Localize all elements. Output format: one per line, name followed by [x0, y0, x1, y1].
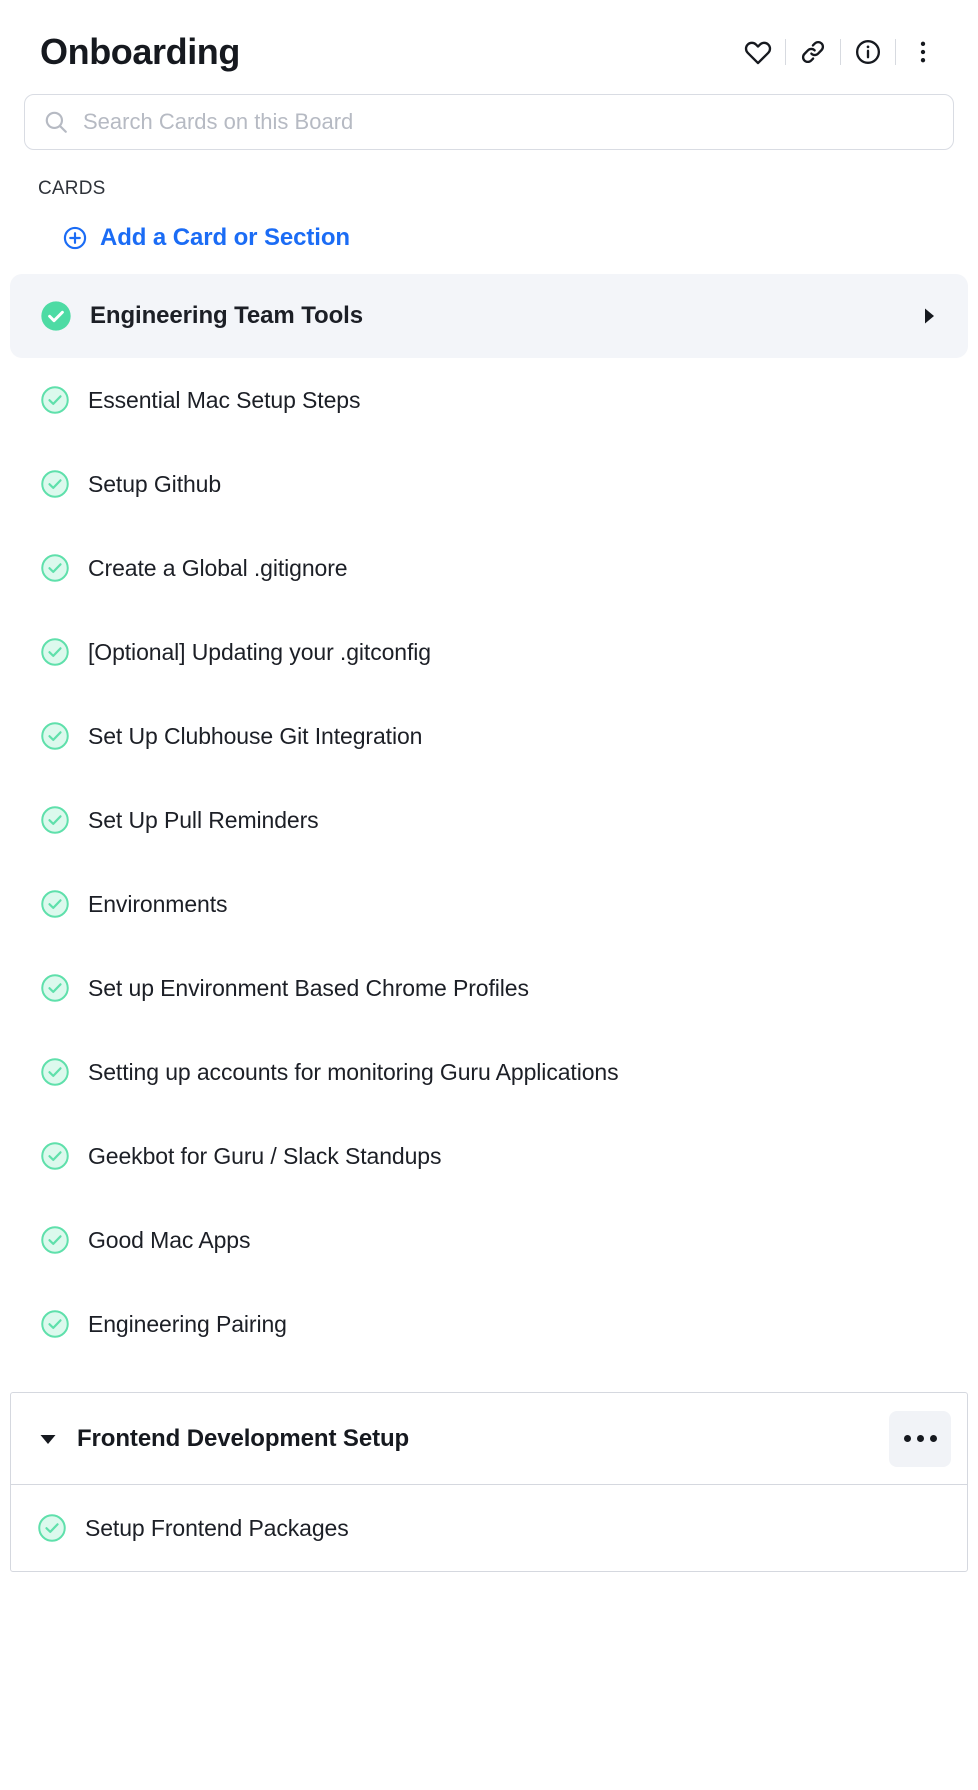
card-list-item-label: Essential Mac Setup Steps: [88, 386, 361, 413]
card-list-item[interactable]: Engineering Pairing: [0, 1282, 978, 1366]
card-list-item[interactable]: [Optional] Updating your .gitconfig: [0, 610, 978, 694]
card-list-item[interactable]: Essential Mac Setup Steps: [0, 358, 978, 442]
section-items: Setup Frontend Packages: [11, 1485, 967, 1571]
card-list-item[interactable]: Environments: [0, 862, 978, 946]
card-list-item-label: Engineering Pairing: [88, 1310, 287, 1337]
cards-label: CARDS: [38, 178, 106, 199]
section-header[interactable]: Frontend Development Setup: [11, 1393, 967, 1485]
card-list-item[interactable]: Set up Environment Based Chrome Profiles: [0, 946, 978, 1030]
section-more-button[interactable]: [889, 1410, 951, 1467]
caret-down-icon[interactable]: [37, 1428, 59, 1450]
card-list-item-label: [Optional] Updating your .gitconfig: [88, 638, 431, 665]
card-list-item-label: Set Up Clubhouse Git Integration: [88, 722, 423, 749]
card-list-item-label: Setup Github: [88, 470, 222, 497]
card-list-item[interactable]: Create a Global .gitignore: [0, 526, 978, 610]
copy-link-button[interactable]: [792, 31, 834, 73]
header-divider-1: [785, 39, 786, 65]
header-divider-3: [895, 39, 896, 65]
check-circle-outline-icon[interactable]: [37, 1513, 67, 1543]
search-section: [0, 78, 978, 150]
board-panel: Onboarding Search Cards on this Board CA…: [0, 0, 978, 1790]
check-circle-outline-icon[interactable]: [40, 385, 70, 415]
card-list-item-label: Good Mac Apps: [88, 1226, 251, 1253]
check-circle-outline-icon[interactable]: [40, 1225, 70, 1255]
add-card-or-section-label: Add a Card or Section: [100, 224, 350, 251]
card-list-item[interactable]: Engineering Team Tools: [10, 274, 968, 358]
header-actions: [737, 30, 944, 74]
check-circle-outline-icon[interactable]: [40, 889, 70, 919]
search-icon: [43, 109, 69, 135]
more-horizontal-icon-dot-1: [903, 1435, 911, 1442]
link-icon: [799, 38, 827, 66]
more-vertical-icon: [909, 38, 937, 66]
check-circle-outline-icon[interactable]: [40, 721, 70, 751]
check-circle-outline-icon[interactable]: [40, 637, 70, 667]
section-title: Frontend Development Setup: [77, 1424, 410, 1452]
card-list-item-label: Create a Global .gitignore: [88, 554, 348, 581]
check-circle-outline-icon[interactable]: [40, 805, 70, 835]
header-divider-2: [840, 39, 841, 65]
check-circle-outline-icon[interactable]: [40, 469, 70, 499]
card-list-item-label: Environments: [88, 890, 228, 917]
check-circle-outline-icon[interactable]: [40, 1141, 70, 1171]
card-list-item-label: Set up Environment Based Chrome Profiles: [88, 974, 529, 1001]
more-options-button[interactable]: [902, 31, 944, 73]
add-card-or-section-button[interactable]: Add a Card or Section: [0, 200, 350, 252]
info-button[interactable]: [847, 31, 889, 73]
section-frontend-development-setup: Frontend Development Setup Setup Fronten…: [10, 1392, 968, 1572]
board-header: Onboarding: [0, 0, 978, 78]
card-list-item[interactable]: Good Mac Apps: [0, 1198, 978, 1282]
info-icon: [854, 38, 882, 66]
card-list-item-label: Setting up accounts for monitoring Guru …: [88, 1058, 619, 1085]
plus-circle-icon: [62, 225, 88, 251]
section-list-item[interactable]: Setup Frontend Packages: [11, 1485, 967, 1571]
card-list-item-label: Geekbot for Guru / Slack Standups: [88, 1142, 442, 1169]
check-circle-outline-icon[interactable]: [40, 553, 70, 583]
card-list: Engineering Team Tools Essential Mac Setu…: [0, 274, 978, 1366]
card-list-item-label: Set Up Pull Reminders: [88, 806, 319, 833]
check-circle-outline-icon[interactable]: [40, 1309, 70, 1339]
page-title: Onboarding: [40, 31, 240, 72]
check-circle-outline-icon[interactable]: [40, 1057, 70, 1087]
caret-right-icon[interactable]: [918, 305, 940, 327]
card-list-item[interactable]: Geekbot for Guru / Slack Standups: [0, 1114, 978, 1198]
search-box[interactable]: [24, 94, 954, 150]
section-list-item-label: Setup Frontend Packages: [85, 1514, 349, 1541]
card-list-item[interactable]: Set Up Clubhouse Git Integration: [0, 694, 978, 778]
favorite-button[interactable]: [737, 31, 779, 73]
more-horizontal-icon-dot-2: [916, 1435, 924, 1442]
card-list-item-label: Engineering Team Tools: [90, 302, 363, 329]
favorite-icon: [744, 38, 772, 66]
card-list-item[interactable]: Setup Github: [0, 442, 978, 526]
card-list-item[interactable]: Setting up accounts for monitoring Guru …: [0, 1030, 978, 1114]
search-input[interactable]: [83, 109, 935, 135]
card-list-item[interactable]: Set Up Pull Reminders: [0, 778, 978, 862]
more-horizontal-icon-dot-3: [929, 1435, 937, 1442]
check-circle-outline-icon[interactable]: [40, 973, 70, 1003]
check-circle-filled-icon[interactable]: [40, 300, 72, 332]
